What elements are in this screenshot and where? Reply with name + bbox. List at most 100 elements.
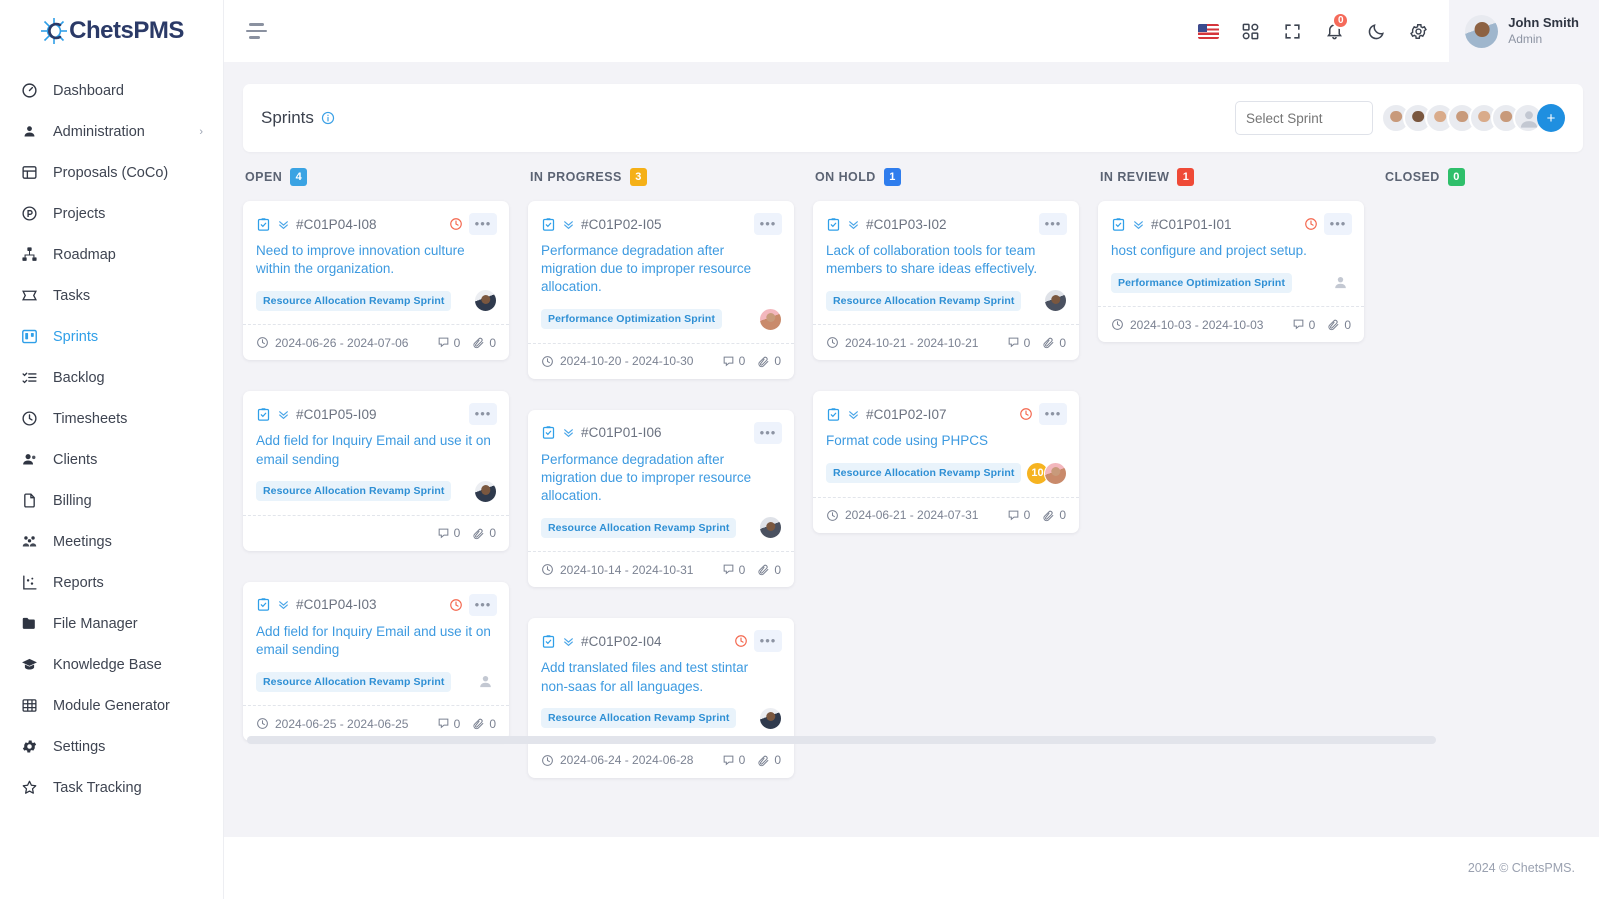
tasks-icon bbox=[20, 286, 39, 305]
language-flag-icon[interactable] bbox=[1187, 0, 1229, 62]
task-date-text: 2024-06-24 - 2024-06-28 bbox=[560, 753, 694, 768]
gear-icon[interactable] bbox=[1397, 0, 1439, 62]
fullscreen-icon[interactable] bbox=[1271, 0, 1313, 62]
task-title[interactable]: host configure and project setup. bbox=[1111, 242, 1352, 260]
card-menu-button[interactable]: ••• bbox=[469, 213, 497, 235]
task-type-icon bbox=[256, 597, 271, 612]
card-menu-button[interactable]: ••• bbox=[754, 213, 782, 235]
sidebar-item-dashboard[interactable]: Dashboard bbox=[0, 70, 223, 111]
sidebar-item-label: Roadmap bbox=[53, 246, 116, 263]
assignee-placeholder-icon[interactable] bbox=[1329, 271, 1352, 294]
overdue-clock-icon bbox=[1019, 407, 1033, 421]
assignee-avatar[interactable] bbox=[1044, 461, 1067, 485]
card-menu-button[interactable]: ••• bbox=[754, 421, 782, 444]
notification-badge: 0 bbox=[1332, 12, 1350, 29]
task-title[interactable]: Add field for Inquiry Email and use it o… bbox=[256, 623, 497, 659]
sidebar-item-proposals[interactable]: Proposals (CoCo) bbox=[0, 152, 223, 193]
sidebar-item-label: Knowledge Base bbox=[53, 656, 162, 673]
task-type-icon bbox=[826, 407, 841, 422]
card-menu-button[interactable]: ••• bbox=[469, 593, 497, 616]
task-title[interactable]: Lack of collaboration tools for team mem… bbox=[826, 242, 1067, 278]
avatar bbox=[1465, 14, 1499, 48]
priority-double-chevron-icon bbox=[277, 598, 290, 611]
info-circle-icon[interactable] bbox=[321, 111, 335, 125]
task-date-range: 2024-10-20 - 2024-10-30 bbox=[541, 354, 693, 368]
board-horizontal-scrollbar[interactable] bbox=[247, 736, 1436, 744]
user-menu[interactable]: John Smith Admin bbox=[1449, 0, 1599, 62]
card-menu-button[interactable]: ••• bbox=[754, 630, 782, 653]
reports-icon bbox=[20, 573, 39, 592]
assignee-avatar[interactable] bbox=[759, 307, 782, 331]
priority-double-chevron-icon bbox=[1132, 218, 1145, 231]
board-column-in-review: IN REVIEW 1 #C01P01-I01 ••• host configu… bbox=[1098, 166, 1383, 778]
sidebar-item-label: Settings bbox=[53, 738, 106, 755]
task-card[interactable]: #C01P01-I01 ••• host configure and proje… bbox=[1098, 201, 1364, 343]
sidebar-item-reports[interactable]: Reports bbox=[0, 562, 223, 603]
sidebar-item-tasks[interactable]: Tasks bbox=[0, 275, 223, 316]
apps-grid-icon[interactable] bbox=[1229, 0, 1271, 62]
brand-name: ChetsPMS bbox=[69, 17, 184, 44]
sidebar-item-backlog[interactable]: Backlog bbox=[0, 357, 223, 398]
sidebar-item-projects[interactable]: Projects bbox=[0, 193, 223, 234]
brand-logo[interactable]: ChetsPMS bbox=[0, 0, 223, 62]
sprints-panel: Sprints Select Sprint + bbox=[243, 84, 1583, 152]
hamburger-menu-icon[interactable] bbox=[246, 23, 268, 39]
meetings-icon bbox=[20, 532, 39, 551]
task-card[interactable]: #C01P03-I02 ••• Lack of collaboration to… bbox=[813, 201, 1079, 361]
bell-icon[interactable]: 0 bbox=[1313, 0, 1355, 62]
task-title[interactable]: Add field for Inquiry Email and use it o… bbox=[256, 432, 497, 468]
sidebar-item-knowledge-base[interactable]: Knowledge Base bbox=[0, 644, 223, 685]
sidebar-item-label: File Manager bbox=[53, 615, 138, 632]
card-menu-button[interactable]: ••• bbox=[1039, 213, 1067, 235]
task-date-text: 2024-10-21 - 2024-10-21 bbox=[845, 335, 979, 350]
attachment-count-value: 0 bbox=[774, 354, 781, 369]
assignee-avatar[interactable] bbox=[1044, 289, 1067, 313]
comment-count: 0 bbox=[1007, 336, 1030, 350]
sidebar-item-module-generator[interactable]: Module Generator bbox=[0, 685, 223, 726]
select-sprint-input[interactable] bbox=[1235, 101, 1373, 135]
user-circle-icon bbox=[20, 122, 39, 141]
assignee-avatar[interactable] bbox=[759, 706, 782, 730]
task-card[interactable]: #C01P02-I04 ••• Add translated files and… bbox=[528, 618, 794, 778]
attachment-count-value: 0 bbox=[774, 562, 781, 577]
sidebar-item-administration[interactable]: Administration › bbox=[0, 111, 223, 152]
card-menu-button[interactable]: ••• bbox=[1039, 403, 1067, 426]
assignee-avatar[interactable] bbox=[474, 479, 497, 503]
dark-mode-moon-icon[interactable] bbox=[1355, 0, 1397, 62]
sidebar-item-timesheets[interactable]: Timesheets bbox=[0, 398, 223, 439]
task-card[interactable]: #C01P02-I05 ••• Performance degradation … bbox=[528, 201, 794, 379]
task-card[interactable]: #C01P04-I03 ••• Add field for Inquiry Em… bbox=[243, 581, 509, 742]
card-menu-button[interactable]: ••• bbox=[1324, 213, 1352, 235]
task-title[interactable]: Format code using PHPCS bbox=[826, 432, 1067, 450]
task-title[interactable]: Performance degradation after migration … bbox=[541, 242, 782, 297]
priority-double-chevron-icon bbox=[277, 218, 290, 231]
task-card[interactable]: #C01P04-I08 ••• Need to improve innovati… bbox=[243, 201, 509, 361]
attachment-count-value: 0 bbox=[774, 753, 781, 768]
task-card[interactable]: #C01P01-I06 ••• Performance degradation … bbox=[528, 409, 794, 588]
task-title[interactable]: Add translated files and test stintar no… bbox=[541, 659, 782, 695]
sidebar-item-settings[interactable]: Settings bbox=[0, 726, 223, 767]
priority-double-chevron-icon bbox=[847, 218, 860, 231]
member-avatar-group: + bbox=[1381, 103, 1565, 133]
task-title[interactable]: Need to improve innovation culture withi… bbox=[256, 242, 497, 278]
sidebar-item-clients[interactable]: Clients bbox=[0, 439, 223, 480]
overdue-clock-icon bbox=[734, 634, 748, 648]
sidebar-item-task-tracking[interactable]: Task Tracking bbox=[0, 767, 223, 808]
assignee-placeholder-icon[interactable] bbox=[474, 670, 497, 693]
sidebar-item-sprints[interactable]: Sprints bbox=[0, 316, 223, 357]
sidebar-item-label: Backlog bbox=[53, 369, 105, 386]
assignee-avatar[interactable] bbox=[759, 516, 782, 540]
add-member-button[interactable]: + bbox=[1537, 104, 1565, 132]
task-card[interactable]: #C01P02-I07 ••• Format code using PHPCS bbox=[813, 391, 1079, 533]
sidebar-item-roadmap[interactable]: Roadmap bbox=[0, 234, 223, 275]
task-card[interactable]: #C01P05-I09 ••• Add field for Inquiry Em… bbox=[243, 391, 509, 551]
sidebar-item-file-manager[interactable]: File Manager bbox=[0, 603, 223, 644]
task-title[interactable]: Performance degradation after migration … bbox=[541, 451, 782, 506]
billing-icon bbox=[20, 491, 39, 510]
sidebar-item-billing[interactable]: Billing bbox=[0, 480, 223, 521]
sidebar-item-meetings[interactable]: Meetings bbox=[0, 521, 223, 562]
task-type-icon bbox=[826, 217, 841, 232]
assignee-avatar[interactable] bbox=[474, 289, 497, 313]
column-cards: #C01P04-I08 ••• Need to improve innovati… bbox=[243, 201, 528, 742]
card-menu-button[interactable]: ••• bbox=[469, 403, 497, 426]
